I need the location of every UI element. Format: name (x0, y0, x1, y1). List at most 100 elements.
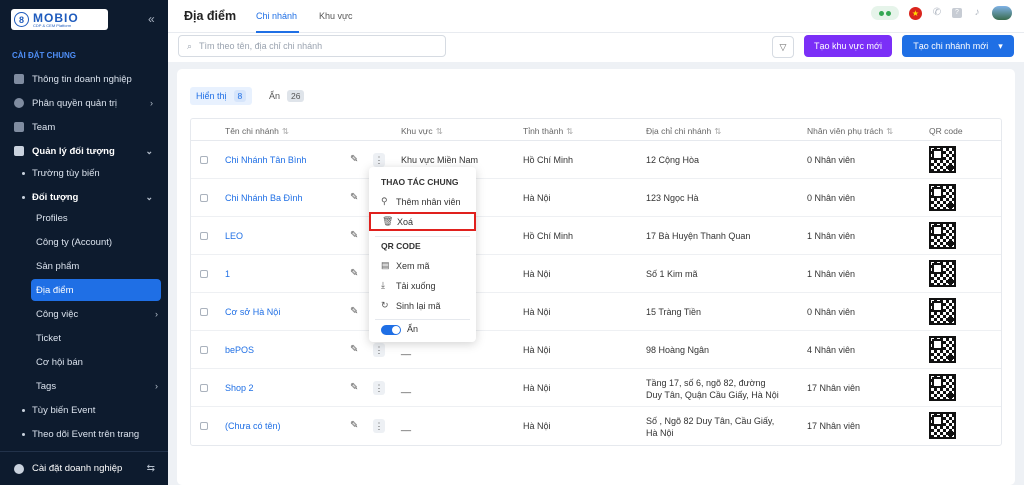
row-checkbox[interactable] (200, 308, 208, 316)
qr-code-image[interactable] (929, 260, 956, 287)
more-actions-icon[interactable]: ⋮ (373, 343, 385, 357)
count-badge: 26 (287, 90, 305, 102)
menu-divider (375, 236, 470, 237)
page-title: Địa điểm (184, 9, 237, 23)
province-cell: Hà Nội (523, 307, 551, 317)
sidebar-item-profiles[interactable]: Profiles (0, 207, 168, 229)
refresh-icon: ↻ (381, 300, 389, 310)
column-header-qr: QR code (929, 126, 963, 136)
branch-name-link[interactable]: (Chưa có tên) (225, 421, 281, 431)
sidebar-item-custom-event[interactable]: Tùy biến Event (0, 399, 168, 421)
qr-code-image[interactable] (929, 336, 956, 363)
tab-regions[interactable]: Khu vực (319, 11, 353, 21)
hide-toggle[interactable] (381, 325, 401, 335)
menu-item-regenerate[interactable]: ↻ Sinh lại mã (381, 300, 441, 311)
menu-item-add-staff[interactable]: ⚲ Thêm nhân viên (381, 196, 461, 207)
row-checkbox[interactable] (200, 194, 208, 202)
chevron-right-icon: › (155, 381, 158, 391)
collapse-sidebar-icon[interactable]: « (148, 12, 155, 26)
menu-item-download[interactable]: ⤓ Tải xuống (381, 280, 436, 291)
filter-button[interactable]: ▽ (772, 36, 794, 58)
staff-count-cell: 0 Nhân viên (807, 307, 856, 317)
filter-icon: ▽ (779, 41, 787, 52)
bell-icon[interactable]: ♪ (972, 8, 982, 18)
menu-item-view-code[interactable]: ▤ Xem mã (381, 260, 430, 271)
row-checkbox[interactable] (200, 346, 208, 354)
create-region-button[interactable]: Tạo khu vực mới (804, 35, 892, 57)
edit-icon[interactable]: ✎ (350, 230, 358, 241)
phone-icon[interactable]: ✆ (932, 8, 942, 18)
vietnam-flag-icon[interactable]: ★ (909, 6, 922, 20)
more-actions-icon[interactable]: ⋮ (373, 419, 385, 433)
edit-icon[interactable]: ✎ (350, 192, 358, 203)
sidebar-item-company[interactable]: Công ty (Account) (0, 231, 168, 253)
column-header-region[interactable]: Khu vực ⇅ (401, 126, 443, 137)
sidebar-item-tasks[interactable]: Công việc › (0, 303, 168, 325)
branch-name-link[interactable]: Chi Nhánh Ba Đình (225, 193, 303, 203)
branch-name-link[interactable]: 1 (225, 269, 230, 279)
branch-name-link[interactable]: Chi Nhánh Tân Bình (225, 155, 306, 165)
edit-icon[interactable]: ✎ (350, 420, 358, 431)
branch-name-link[interactable]: bePOS (225, 345, 254, 355)
create-branch-button[interactable]: Tạo chi nhánh mới ▾ (902, 35, 1014, 57)
qr-code-image[interactable] (929, 184, 956, 211)
sidebar-item-permissions[interactable]: Phân quyền quản trị › (0, 92, 168, 114)
staff-count-cell: 1 Nhân viên (807, 231, 856, 241)
avatar[interactable] (992, 6, 1012, 20)
row-checkbox[interactable] (200, 232, 208, 240)
branch-name-link[interactable]: Shop 2 (225, 383, 254, 393)
sidebar-item-ticket[interactable]: Ticket (0, 327, 168, 349)
row-checkbox[interactable] (200, 422, 208, 430)
menu-item-delete[interactable]: 🗑 Xoá (369, 212, 476, 231)
more-actions-icon[interactable]: ⋮ (373, 381, 385, 395)
qr-code-image[interactable] (929, 146, 956, 173)
sidebar-item-custom-fields[interactable]: Trường tùy biến (0, 162, 168, 184)
help-icon[interactable]: ? (952, 8, 962, 18)
address-cell: 123 Ngọc Hà (646, 193, 699, 203)
view-tab-visible[interactable]: Hiển thị 8 (190, 87, 253, 105)
sidebar-footer[interactable]: Cài đặt doanh nghiệp ⇆ (0, 451, 168, 485)
column-header-province[interactable]: Tỉnh thành ⇅ (523, 126, 573, 137)
branch-name-link[interactable]: LEO (225, 231, 243, 241)
row-checkbox[interactable] (200, 156, 208, 164)
row-checkbox[interactable] (200, 270, 208, 278)
call-status-icon[interactable] (871, 6, 899, 20)
edit-icon[interactable]: ✎ (350, 306, 358, 317)
column-header-address[interactable]: Địa chỉ chi nhánh ⇅ (646, 126, 721, 137)
sidebar-item-opportunities[interactable]: Cơ hội bán (0, 351, 168, 373)
row-checkbox[interactable] (200, 384, 208, 392)
sidebar-item-team[interactable]: Team (0, 116, 168, 138)
edit-icon[interactable]: ✎ (350, 382, 358, 393)
qr-code-image[interactable] (929, 374, 956, 401)
settings-icon (14, 463, 24, 474)
table-row: Cơ sở Hà Nội✎⋮Hà Nội15 Tràng Tiền0 Nhân … (191, 293, 1001, 331)
table-header: Tên chi nhánh ⇅ Khu vực ⇅ Tỉnh thành ⇅ Địa … (191, 119, 1001, 141)
chevron-right-icon: › (150, 98, 153, 108)
tab-branches[interactable]: Chi nhánh (256, 11, 297, 21)
edit-icon[interactable]: ✎ (350, 154, 358, 165)
region-cell: __ (401, 345, 412, 355)
province-cell: Hà Nội (523, 383, 551, 393)
edit-icon[interactable]: ✎ (350, 344, 358, 355)
switch-arrows-icon[interactable]: ⇆ (147, 463, 155, 474)
qr-code-image[interactable] (929, 412, 956, 439)
more-actions-icon[interactable]: ⋮ (373, 153, 385, 167)
sidebar-item-object-management[interactable]: Quản lý đối tượng ⌄ (0, 140, 168, 162)
search-box[interactable]: ⌕ (178, 35, 446, 57)
sidebar-item-tags[interactable]: Tags › (0, 375, 168, 397)
view-tab-hidden[interactable]: Ẩn 26 (263, 87, 310, 105)
qr-code-image[interactable] (929, 222, 956, 249)
count-badge: 8 (233, 90, 247, 102)
sidebar-item-track-event[interactable]: Theo dõi Event trên trang (0, 423, 168, 445)
sidebar-item-products[interactable]: Sản phẩm (0, 255, 168, 277)
column-header-name[interactable]: Tên chi nhánh ⇅ (225, 126, 289, 137)
branch-name-link[interactable]: Cơ sở Hà Nội (225, 307, 280, 317)
column-header-staff[interactable]: Nhân viên phụ trách ⇅ (807, 126, 893, 137)
sidebar-item-objects[interactable]: Đối tượng ⌄ (0, 186, 168, 208)
search-input[interactable] (199, 41, 430, 51)
edit-icon[interactable]: ✎ (350, 268, 358, 279)
sidebar-item-business-info[interactable]: Thông tin doanh nghiệp (0, 68, 168, 90)
sidebar-item-locations[interactable]: Địa điểm (31, 279, 161, 301)
mobio-logo[interactable]: 8 MOBIO CDP & CEM Platform (11, 9, 108, 30)
qr-code-image[interactable] (929, 298, 956, 325)
